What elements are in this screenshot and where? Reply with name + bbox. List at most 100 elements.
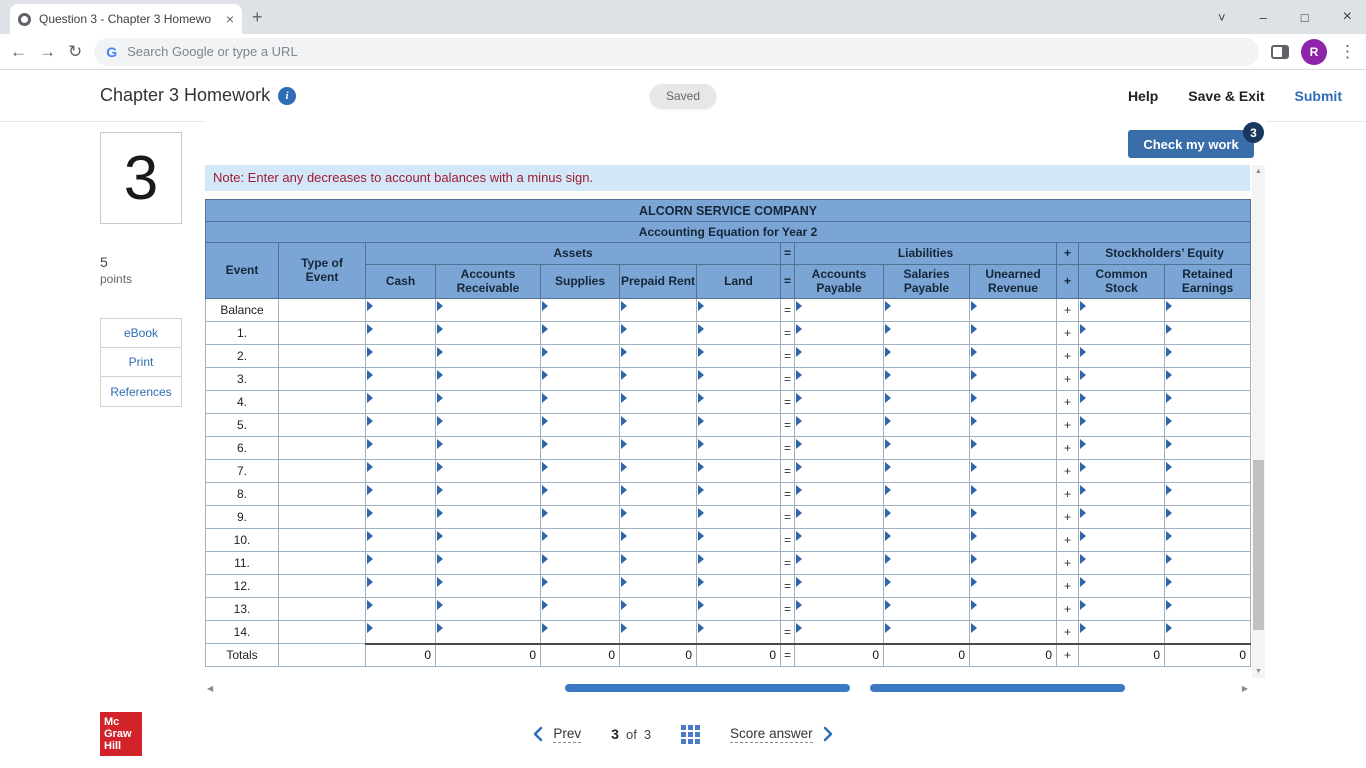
asset-input-cell[interactable] bbox=[620, 575, 697, 598]
liability-input-cell[interactable] bbox=[795, 322, 884, 345]
asset-input-cell[interactable] bbox=[436, 460, 541, 483]
type-of-event-cell[interactable] bbox=[279, 368, 366, 391]
equity-input-cell[interactable] bbox=[1165, 460, 1251, 483]
liability-input-cell[interactable] bbox=[970, 506, 1057, 529]
asset-input-cell[interactable] bbox=[366, 552, 436, 575]
equity-input-cell[interactable] bbox=[1165, 621, 1251, 644]
info-icon[interactable]: i bbox=[278, 87, 296, 105]
type-of-event-cell[interactable] bbox=[279, 391, 366, 414]
liability-input-cell[interactable] bbox=[884, 621, 970, 644]
type-of-event-cell[interactable] bbox=[279, 552, 366, 575]
type-of-event-cell[interactable] bbox=[279, 621, 366, 644]
equity-input-cell[interactable] bbox=[1079, 345, 1165, 368]
vertical-scrollbar[interactable]: ▲ ▼ bbox=[1252, 165, 1265, 678]
asset-input-cell[interactable] bbox=[366, 322, 436, 345]
asset-input-cell[interactable] bbox=[697, 345, 781, 368]
type-of-event-cell[interactable] bbox=[279, 460, 366, 483]
asset-input-cell[interactable] bbox=[436, 345, 541, 368]
equity-input-cell[interactable] bbox=[1165, 368, 1251, 391]
type-of-event-cell[interactable] bbox=[279, 483, 366, 506]
equity-input-cell[interactable] bbox=[1079, 552, 1165, 575]
equity-input-cell[interactable] bbox=[1165, 598, 1251, 621]
type-of-event-cell[interactable] bbox=[279, 345, 366, 368]
asset-input-cell[interactable] bbox=[541, 299, 620, 322]
ebook-button[interactable]: eBook bbox=[101, 319, 181, 348]
asset-input-cell[interactable] bbox=[366, 506, 436, 529]
liability-input-cell[interactable] bbox=[970, 391, 1057, 414]
asset-input-cell[interactable] bbox=[697, 598, 781, 621]
asset-input-cell[interactable] bbox=[697, 552, 781, 575]
liability-input-cell[interactable] bbox=[884, 391, 970, 414]
liability-input-cell[interactable] bbox=[884, 460, 970, 483]
asset-input-cell[interactable] bbox=[436, 437, 541, 460]
liability-input-cell[interactable] bbox=[884, 552, 970, 575]
equity-input-cell[interactable] bbox=[1079, 368, 1165, 391]
maximize-icon[interactable]: □ bbox=[1301, 10, 1309, 25]
asset-input-cell[interactable] bbox=[620, 345, 697, 368]
forward-icon[interactable]: → bbox=[39, 43, 56, 60]
liability-input-cell[interactable] bbox=[795, 529, 884, 552]
liability-input-cell[interactable] bbox=[795, 391, 884, 414]
liability-input-cell[interactable] bbox=[795, 460, 884, 483]
liability-input-cell[interactable] bbox=[795, 598, 884, 621]
chevron-right-icon[interactable] bbox=[823, 726, 834, 742]
asset-input-cell[interactable] bbox=[541, 483, 620, 506]
prev-group[interactable]: Prev bbox=[532, 726, 581, 743]
equity-input-cell[interactable] bbox=[1079, 322, 1165, 345]
equity-input-cell[interactable] bbox=[1079, 391, 1165, 414]
asset-input-cell[interactable] bbox=[697, 460, 781, 483]
asset-input-cell[interactable] bbox=[366, 598, 436, 621]
help-button[interactable]: Help bbox=[1128, 88, 1158, 104]
liability-input-cell[interactable] bbox=[795, 345, 884, 368]
asset-input-cell[interactable] bbox=[620, 460, 697, 483]
menu-kebab-icon[interactable]: ⋮ bbox=[1339, 43, 1356, 60]
equity-input-cell[interactable] bbox=[1079, 299, 1165, 322]
type-of-event-cell[interactable] bbox=[279, 529, 366, 552]
asset-input-cell[interactable] bbox=[541, 437, 620, 460]
equity-input-cell[interactable] bbox=[1079, 598, 1165, 621]
asset-input-cell[interactable] bbox=[366, 345, 436, 368]
liability-input-cell[interactable] bbox=[795, 437, 884, 460]
asset-input-cell[interactable] bbox=[541, 322, 620, 345]
asset-input-cell[interactable] bbox=[366, 391, 436, 414]
scroll-up-icon[interactable]: ▲ bbox=[1252, 165, 1265, 178]
asset-input-cell[interactable] bbox=[366, 529, 436, 552]
asset-input-cell[interactable] bbox=[366, 414, 436, 437]
equity-input-cell[interactable] bbox=[1079, 529, 1165, 552]
liability-input-cell[interactable] bbox=[970, 368, 1057, 391]
asset-input-cell[interactable] bbox=[697, 575, 781, 598]
liability-input-cell[interactable] bbox=[884, 598, 970, 621]
minimize-icon[interactable]: – bbox=[1260, 10, 1267, 25]
vertical-scrollbar-thumb[interactable] bbox=[1253, 460, 1264, 630]
equity-input-cell[interactable] bbox=[1165, 575, 1251, 598]
type-of-event-cell[interactable] bbox=[279, 598, 366, 621]
equity-input-cell[interactable] bbox=[1079, 437, 1165, 460]
equity-input-cell[interactable] bbox=[1079, 575, 1165, 598]
liability-input-cell[interactable] bbox=[970, 437, 1057, 460]
asset-input-cell[interactable] bbox=[697, 529, 781, 552]
asset-input-cell[interactable] bbox=[620, 529, 697, 552]
type-of-event-cell[interactable] bbox=[279, 299, 366, 322]
avatar[interactable]: R bbox=[1301, 39, 1327, 65]
type-of-event-cell[interactable] bbox=[279, 506, 366, 529]
liability-input-cell[interactable] bbox=[884, 506, 970, 529]
asset-input-cell[interactable] bbox=[541, 414, 620, 437]
equity-input-cell[interactable] bbox=[1165, 322, 1251, 345]
asset-input-cell[interactable] bbox=[436, 368, 541, 391]
liability-input-cell[interactable] bbox=[884, 575, 970, 598]
asset-input-cell[interactable] bbox=[366, 621, 436, 644]
asset-input-cell[interactable] bbox=[697, 414, 781, 437]
liability-input-cell[interactable] bbox=[884, 322, 970, 345]
tab-search-chevron-icon[interactable]: ˅ bbox=[1218, 10, 1226, 25]
liability-input-cell[interactable] bbox=[884, 529, 970, 552]
asset-input-cell[interactable] bbox=[436, 483, 541, 506]
asset-input-cell[interactable] bbox=[697, 437, 781, 460]
liability-input-cell[interactable] bbox=[884, 414, 970, 437]
asset-input-cell[interactable] bbox=[436, 552, 541, 575]
liability-input-cell[interactable] bbox=[795, 368, 884, 391]
liability-input-cell[interactable] bbox=[970, 621, 1057, 644]
asset-input-cell[interactable] bbox=[436, 391, 541, 414]
question-grid-icon[interactable] bbox=[681, 725, 700, 744]
equity-input-cell[interactable] bbox=[1165, 414, 1251, 437]
new-tab-button[interactable]: + bbox=[252, 7, 263, 28]
